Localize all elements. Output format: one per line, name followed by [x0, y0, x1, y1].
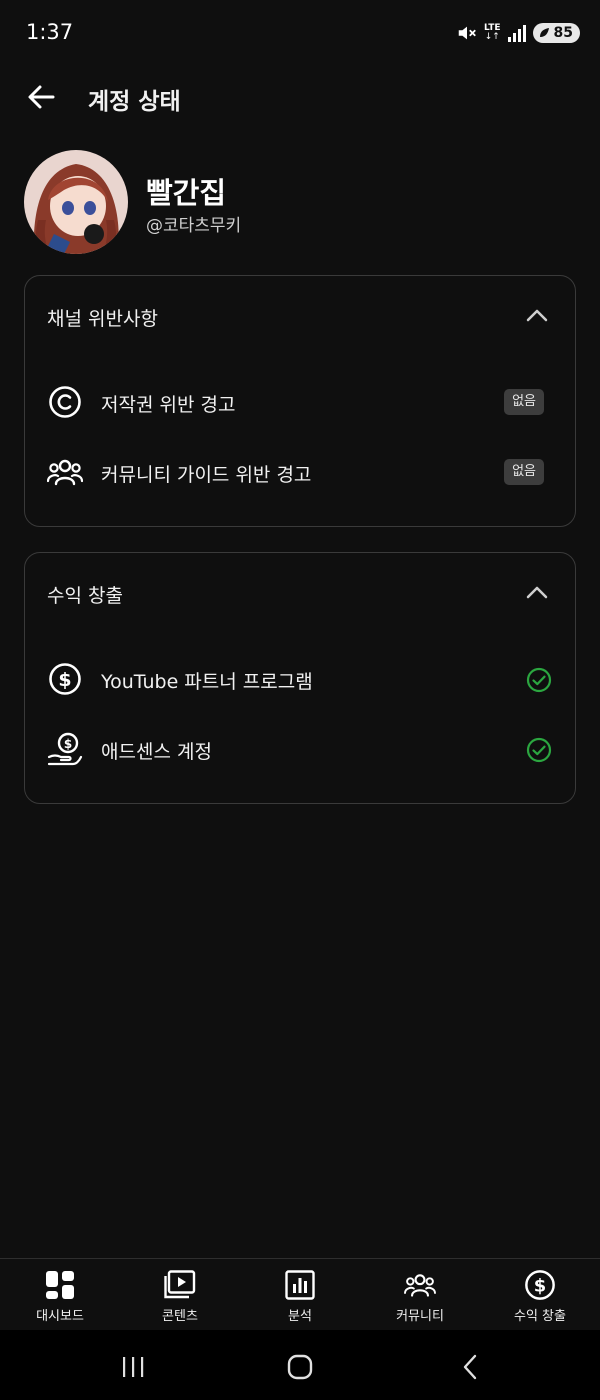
community-icon — [47, 454, 83, 490]
svg-text:$: $ — [58, 669, 71, 691]
nav-label: 커뮤니티 — [396, 1309, 444, 1324]
channel-handle: @코타츠무키 — [146, 216, 242, 236]
network-icon: LTE ↓↑ — [483, 23, 501, 42]
channel-avatar[interactable] — [24, 150, 128, 254]
home-icon — [287, 1354, 313, 1380]
status-badge: 없음 — [504, 459, 544, 485]
violation-row-community[interactable]: 커뮤니티 가이드 위반 경고 없음 — [25, 444, 575, 500]
copyright-icon — [47, 384, 83, 420]
page-title: 계정 상태 — [88, 89, 181, 115]
mute-icon — [458, 26, 476, 40]
recent-apps-icon — [123, 1357, 144, 1377]
channel-name: 빨간집 — [146, 176, 227, 210]
nav-item-analytics[interactable]: 분석 — [240, 1259, 360, 1330]
arrow-left-icon — [28, 85, 55, 109]
chevron-up-icon — [526, 309, 548, 322]
nav-item-content[interactable]: 콘텐츠 — [120, 1259, 240, 1330]
svg-text:$: $ — [534, 1276, 546, 1297]
home-button[interactable] — [285, 1352, 315, 1382]
status-time: 1:37 — [26, 20, 74, 44]
battery-level: 85 — [553, 25, 573, 41]
monetization-card-header[interactable]: 수익 창출 — [25, 553, 575, 633]
recent-apps-button[interactable] — [118, 1352, 148, 1382]
monetization-row-adsense[interactable]: $ 애드센스 계정 — [25, 721, 575, 777]
system-nav-bar — [0, 1330, 600, 1400]
nav-item-dashboard[interactable]: 대시보드 — [0, 1259, 120, 1330]
signal-icon — [507, 25, 526, 42]
app-header: 계정 상태 — [0, 72, 600, 122]
nav-label: 수익 창출 — [514, 1309, 566, 1324]
check-circle-icon — [526, 667, 552, 693]
community-icon — [404, 1269, 436, 1301]
check-circle-icon — [526, 737, 552, 763]
violation-label: 저작권 위반 경고 — [101, 394, 236, 416]
svg-text:$: $ — [64, 737, 72, 751]
violation-label: 커뮤니티 가이드 위반 경고 — [101, 464, 312, 486]
monetization-row-ypp[interactable]: $ YouTube 파트너 프로그램 — [25, 651, 575, 707]
status-bar: 1:37 LTE ↓↑ 85 — [0, 0, 600, 64]
nav-item-community[interactable]: 커뮤니티 — [360, 1259, 480, 1330]
back-nav-button[interactable] — [455, 1352, 485, 1382]
monetization-title: 수익 창출 — [47, 585, 123, 607]
bottom-nav: 대시보드 콘텐츠 분석 커뮤니티 $ 수익 창출 — [0, 1258, 600, 1330]
leaf-icon — [539, 28, 549, 37]
monetization-collapse-button[interactable] — [523, 579, 551, 607]
violations-title: 채널 위반사항 — [47, 308, 158, 330]
status-icons: LTE ↓↑ 85 — [456, 22, 580, 44]
dollar-circle-icon: $ — [47, 661, 83, 697]
monetization-icon: $ — [524, 1269, 556, 1301]
content-icon — [164, 1269, 196, 1301]
monetization-card: 수익 창출 $ YouTube 파트너 프로그램 $ 애드센스 계정 — [24, 552, 576, 804]
chevron-up-icon — [526, 586, 548, 599]
violations-card-header[interactable]: 채널 위반사항 — [25, 276, 575, 356]
monetization-label: 애드센스 계정 — [101, 741, 212, 763]
chevron-left-icon — [463, 1354, 477, 1380]
dashboard-icon — [44, 1269, 76, 1301]
violations-card: 채널 위반사항 저작권 위반 경고 없음 커뮤니티 가이드 위반 경고 없음 — [24, 275, 576, 527]
nav-item-monetization[interactable]: $ 수익 창출 — [480, 1259, 600, 1330]
battery-indicator: 85 — [532, 23, 580, 43]
status-badge: 없음 — [504, 389, 544, 415]
nav-label: 콘텐츠 — [162, 1309, 198, 1324]
violation-row-copyright[interactable]: 저작권 위반 경고 없음 — [25, 374, 575, 430]
monetization-label: YouTube 파트너 프로그램 — [101, 671, 313, 693]
violations-collapse-button[interactable] — [523, 302, 551, 330]
money-hand-icon: $ — [47, 731, 83, 767]
analytics-icon — [284, 1269, 316, 1301]
nav-label: 분석 — [288, 1309, 312, 1324]
back-button[interactable] — [22, 78, 60, 116]
nav-label: 대시보드 — [36, 1309, 84, 1324]
